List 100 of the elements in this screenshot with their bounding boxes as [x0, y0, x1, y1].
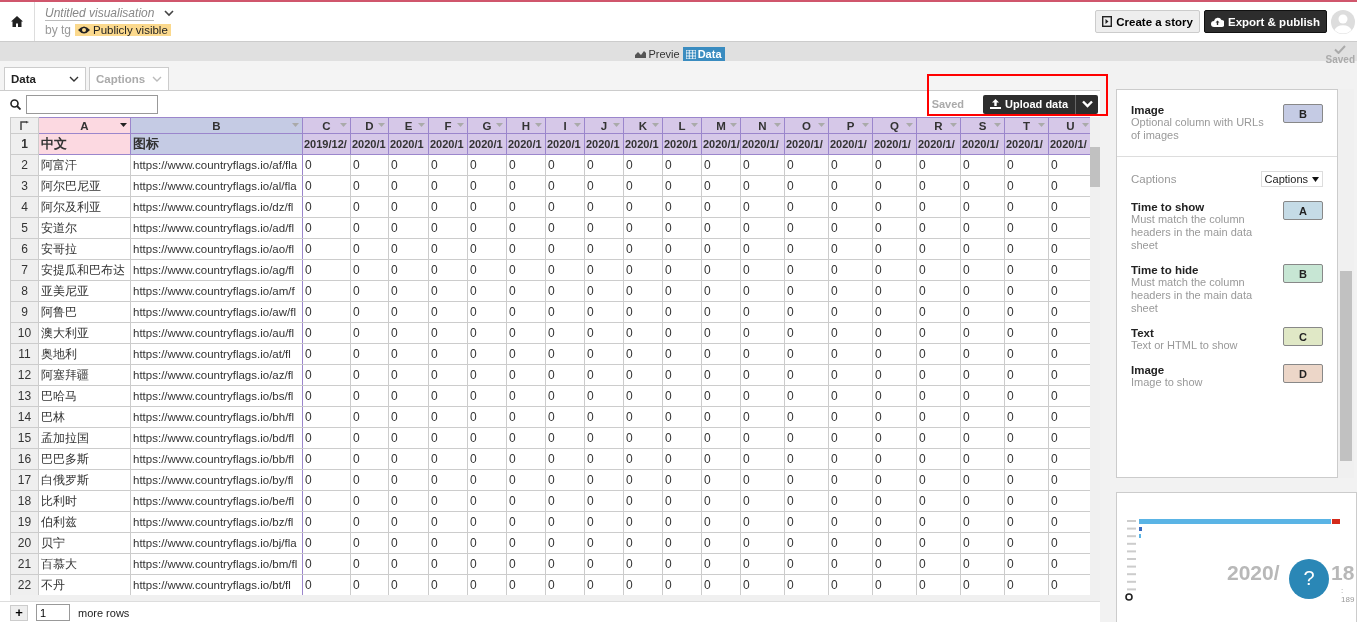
table-cell[interactable]: 0: [701, 532, 741, 554]
column-header[interactable]: F: [428, 117, 468, 134]
table-cell[interactable]: 0: [701, 238, 741, 260]
table-cell[interactable]: 0: [784, 511, 829, 533]
table-cell[interactable]: 0: [623, 385, 663, 407]
table-cell[interactable]: 0: [740, 259, 785, 281]
table-cell[interactable]: 0: [467, 217, 507, 239]
table-cell[interactable]: 0: [428, 301, 468, 323]
table-cell[interactable]: 0: [584, 448, 624, 470]
table-cell[interactable]: 0: [662, 217, 702, 239]
table-cell[interactable]: 0: [784, 301, 829, 323]
table-cell[interactable]: 0: [584, 385, 624, 407]
table-cell[interactable]: 0: [916, 469, 961, 491]
create-story-button[interactable]: Create a story: [1095, 10, 1200, 33]
column-header[interactable]: I: [545, 117, 585, 134]
table-cell[interactable]: 0: [467, 301, 507, 323]
table-cell[interactable]: 亚美尼亚: [38, 280, 131, 302]
table-cell[interactable]: 0: [701, 511, 741, 533]
column-header[interactable]: T: [1004, 117, 1049, 134]
table-cell[interactable]: 0: [872, 532, 917, 554]
table-cell[interactable]: 0: [584, 322, 624, 344]
table-cell[interactable]: 0: [916, 280, 961, 302]
table-cell[interactable]: 0: [960, 259, 1005, 281]
table-cell[interactable]: 0: [350, 280, 389, 302]
table-cell[interactable]: 0: [388, 217, 429, 239]
table-cell[interactable]: 0: [350, 154, 389, 176]
table-cell[interactable]: 0: [662, 322, 702, 344]
table-cell[interactable]: 0: [740, 196, 785, 218]
table-cell[interactable]: 0: [467, 280, 507, 302]
table-cell[interactable]: 0: [623, 511, 663, 533]
table-cell[interactable]: 0: [545, 448, 585, 470]
table-cell[interactable]: 0: [584, 301, 624, 323]
table-cell[interactable]: 0: [960, 469, 1005, 491]
table-cell[interactable]: 0: [428, 469, 468, 491]
table-cell[interactable]: 0: [740, 217, 785, 239]
table-cell[interactable]: https://www.countryflags.io/dz/fl: [130, 196, 303, 218]
table-cell[interactable]: 0: [302, 385, 351, 407]
column-header[interactable]: N: [740, 117, 785, 134]
column-header[interactable]: A: [38, 117, 131, 134]
table-cell[interactable]: 0: [916, 259, 961, 281]
table-cell[interactable]: 0: [960, 364, 1005, 386]
table-cell[interactable]: 0: [662, 301, 702, 323]
table-cell[interactable]: 0: [584, 343, 624, 365]
table-cell[interactable]: 0: [388, 343, 429, 365]
table-cell[interactable]: 0: [545, 490, 585, 512]
table-cell[interactable]: 0: [740, 490, 785, 512]
table-cell[interactable]: 0: [428, 175, 468, 197]
table-cell[interactable]: 0: [302, 406, 351, 428]
table-cell[interactable]: 0: [701, 217, 741, 239]
table-cell[interactable]: 0: [302, 175, 351, 197]
table-cell[interactable]: 0: [960, 343, 1005, 365]
table-cell[interactable]: 0: [784, 196, 829, 218]
captions-dropdown[interactable]: Captions: [1260, 171, 1323, 187]
table-cell[interactable]: 0: [662, 154, 702, 176]
scrollbar-thumb[interactable]: [1340, 271, 1352, 461]
table-cell[interactable]: 0: [916, 364, 961, 386]
table-cell[interactable]: 0: [1004, 469, 1049, 491]
table-cell[interactable]: 阿尔及利亚: [38, 196, 131, 218]
table-cell[interactable]: 阿鲁巴: [38, 301, 131, 323]
table-cell[interactable]: 0: [662, 511, 702, 533]
table-cell[interactable]: https://www.countryflags.io/bd/fl: [130, 427, 303, 449]
table-cell[interactable]: 0: [623, 532, 663, 554]
table-cell[interactable]: 巴巴多斯: [38, 448, 131, 470]
table-cell[interactable]: 0: [350, 175, 389, 197]
table-cell[interactable]: 0: [916, 301, 961, 323]
table-cell[interactable]: 0: [1004, 196, 1049, 218]
table-cell[interactable]: 0: [428, 553, 468, 575]
table-cell[interactable]: https://www.countryflags.io/bj/fla: [130, 532, 303, 554]
column-header[interactable]: E: [388, 117, 429, 134]
table-cell[interactable]: 0: [350, 364, 389, 386]
table-cell[interactable]: 0: [302, 490, 351, 512]
table-cell[interactable]: 0: [784, 469, 829, 491]
table-cell[interactable]: 0: [960, 301, 1005, 323]
column-header[interactable]: B: [130, 117, 303, 134]
table-cell[interactable]: 0: [872, 490, 917, 512]
table-cell[interactable]: 伯利兹: [38, 511, 131, 533]
upload-data-button[interactable]: Upload data: [983, 94, 1098, 114]
table-cell[interactable]: 0: [545, 154, 585, 176]
table-cell[interactable]: 0: [623, 259, 663, 281]
column-selector[interactable]: A: [1283, 201, 1323, 220]
table-cell[interactable]: 0: [428, 154, 468, 176]
table-cell[interactable]: 0: [662, 490, 702, 512]
table-cell[interactable]: 0: [623, 322, 663, 344]
table-cell[interactable]: 0: [302, 553, 351, 575]
table-cell[interactable]: 0: [740, 427, 785, 449]
table-cell[interactable]: 0: [740, 364, 785, 386]
table-cell[interactable]: 0: [828, 532, 873, 554]
table-cell[interactable]: 0: [701, 406, 741, 428]
table-cell[interactable]: 0: [506, 196, 546, 218]
table-cell[interactable]: 0: [740, 511, 785, 533]
table-cell[interactable]: 0: [872, 280, 917, 302]
table-cell[interactable]: 0: [872, 322, 917, 344]
table-cell[interactable]: 0: [1004, 427, 1049, 449]
column-header[interactable]: M: [701, 117, 741, 134]
table-cell[interactable]: 0: [467, 343, 507, 365]
table-cell[interactable]: 0: [350, 301, 389, 323]
table-cell[interactable]: 0: [350, 406, 389, 428]
table-cell[interactable]: 0: [467, 406, 507, 428]
table-cell[interactable]: 0: [467, 448, 507, 470]
table-cell[interactable]: 0: [828, 196, 873, 218]
